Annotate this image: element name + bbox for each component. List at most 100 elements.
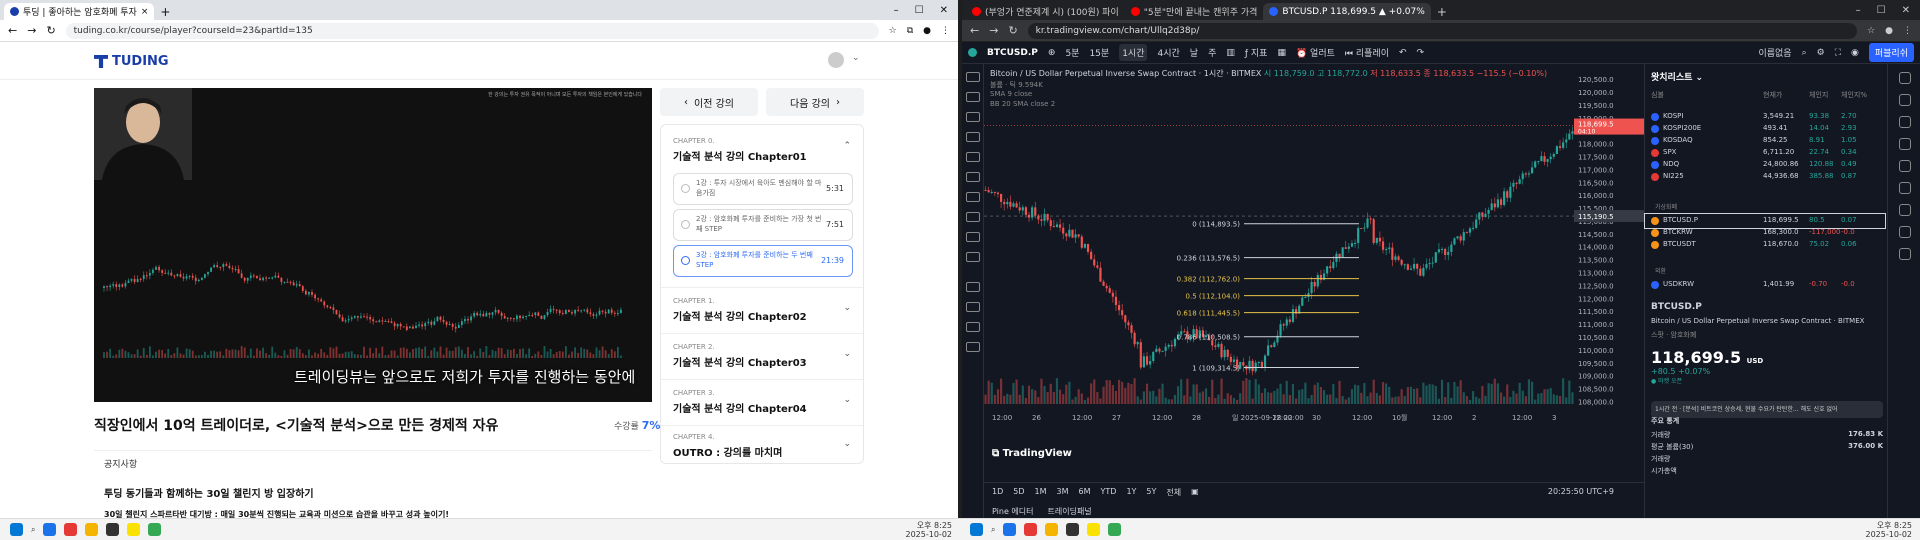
chapter-item[interactable]: CHAPTER 0. 기술적 분석 강의 Chapter01 (673, 137, 807, 163)
browser-tab[interactable]: 투딩 | 좋아하는 암호화폐 투자 × (4, 3, 155, 20)
layout-icon[interactable]: ▦ (1277, 48, 1286, 58)
system-clock[interactable]: 오후 8:25 2025-10-02 (1866, 521, 1920, 539)
range-all[interactable]: 전체 (1166, 487, 1181, 498)
app-icon[interactable] (1066, 523, 1080, 536)
notice-title[interactable]: 투딩 동기들과 함께하는 30일 챌린지 방 입장하기 (104, 485, 314, 500)
prev-lecture-button[interactable]: ‹ 이전 강의 (660, 88, 758, 116)
range-3m[interactable]: 3M (1057, 487, 1069, 498)
ideas-icon[interactable] (1899, 204, 1911, 216)
symbol-search[interactable]: BTCUSD.P (987, 48, 1038, 58)
text-icon[interactable] (966, 192, 980, 202)
chevron-down-icon[interactable]: ⌄ (843, 303, 851, 313)
tab-pine-editor[interactable]: Pine 에디터 (992, 506, 1034, 517)
shape-icon[interactable] (966, 172, 980, 182)
lesson-item[interactable]: 2강 : 암호화폐 투자를 준비하는 가장 첫 번째 STEP 7:51 (673, 209, 853, 241)
col-change[interactable]: 체인지 (1809, 90, 1828, 100)
watchlist-header[interactable]: 왓치리스트 ⌄ (1651, 70, 1703, 83)
lesson-item-active[interactable]: 3강 : 암호화폐 투자를 준비하는 두 번째 STEP 21:39 (673, 245, 853, 277)
col-price[interactable]: 현재가 (1763, 90, 1782, 100)
add-symbol-icon[interactable]: ⊕ (1048, 48, 1056, 58)
chapter-item[interactable]: CHAPTER 1. 기술적 분석 강의 Chapter02 (673, 297, 807, 323)
timezone-clock[interactable]: 20:25:50 UTC+9 (1548, 487, 1614, 496)
chevron-up-icon[interactable]: ⌃ (843, 141, 851, 151)
chevron-down-icon[interactable]: ⌄ (843, 349, 851, 359)
watchlist-icon[interactable] (1899, 72, 1911, 84)
chapter-item[interactable]: CHAPTER 3. 기술적 분석 강의 Chapter04 (673, 389, 807, 415)
measure-icon[interactable] (966, 232, 980, 242)
search-icon[interactable]: ⌕ (1802, 48, 1807, 58)
next-lecture-button[interactable]: 다음 강의 › (766, 88, 864, 116)
col-change-pct[interactable]: 체인지% (1841, 90, 1867, 100)
interval-week[interactable]: 주 (1208, 46, 1216, 59)
watchlist-row[interactable]: USDKRW 1,401.99 -0.70 -0.0 (1645, 278, 1885, 292)
tv-chart-area[interactable]: 120,500.0120,000.0119,500.0119,000.0118,… (984, 64, 1644, 482)
browser-tab[interactable]: (부엉가 연준제계 시) (100원) 파이 (966, 3, 1125, 20)
calendar-icon[interactable]: ▣ (1191, 487, 1199, 498)
lock-icon[interactable] (966, 302, 980, 312)
menu-icon[interactable]: ⋮ (941, 26, 950, 36)
new-tab-button[interactable]: + (154, 3, 176, 20)
interval-15m[interactable]: 15분 (1089, 46, 1109, 59)
forward-icon[interactable]: → (989, 24, 998, 37)
interval-1h[interactable]: 1시간 (1119, 44, 1148, 61)
search-icon[interactable]: ⌕ (991, 525, 995, 535)
lesson-item[interactable]: 1강 : 투자 시장에서 육아도 멘심해야 할 마음가짐 5:31 (673, 173, 853, 205)
close-window-icon[interactable]: ✕ (940, 5, 948, 16)
close-window-icon[interactable]: ✕ (1902, 5, 1910, 16)
trendline-icon[interactable] (966, 92, 980, 102)
watchlist-row[interactable]: BTCUSDT 118,670.0 75.02 0.06 (1645, 238, 1885, 252)
eye-icon[interactable] (966, 322, 980, 332)
range-1d[interactable]: 1D (992, 487, 1003, 498)
bookmark-icon[interactable]: ☆ (889, 26, 897, 36)
maximize-icon[interactable]: ☐ (915, 5, 924, 16)
camera-icon[interactable]: ◉ (1851, 48, 1859, 58)
bookmark-icon[interactable]: ☆ (1867, 26, 1875, 36)
range-5y[interactable]: 5Y (1146, 487, 1156, 498)
back-icon[interactable]: ← (8, 24, 17, 37)
chevron-down-icon[interactable]: ⌄ (852, 53, 860, 63)
profile-icon[interactable]: ● (923, 26, 931, 36)
streams-icon[interactable] (1899, 226, 1911, 238)
replay-button[interactable]: ⏮ 리플레이 (1345, 46, 1389, 59)
forecast-icon[interactable] (966, 152, 980, 162)
fib-icon[interactable] (966, 112, 980, 122)
windows-start-icon[interactable] (10, 523, 23, 536)
alert-button[interactable]: ⏰ 얼러트 (1296, 46, 1335, 59)
range-6m[interactable]: 6M (1079, 487, 1091, 498)
crosshair-icon[interactable] (966, 72, 980, 82)
bb-label[interactable]: BB 20 SMA close 2 (990, 100, 1055, 108)
search-icon[interactable]: ⌕ (31, 525, 35, 535)
avatar[interactable] (828, 52, 844, 68)
url-input[interactable]: kr.tradingview.com/chart/Ullq2d38p/ (1027, 22, 1858, 39)
extension-icon[interactable]: ⧉ (907, 26, 913, 36)
browser-tab[interactable]: "5분"만에 끝내는 캔위주 가격 (1125, 3, 1264, 20)
candlestick-chart[interactable]: 120,500.0120,000.0119,500.0119,000.0118,… (984, 64, 1644, 482)
chat-icon[interactable] (1899, 182, 1911, 194)
volume-label[interactable]: 볼륨 · 틱 9.594K (990, 80, 1043, 90)
news-icon[interactable] (1899, 138, 1911, 150)
group-crypto[interactable]: 가상화폐 (1655, 202, 1677, 211)
youtube-icon[interactable] (64, 523, 78, 536)
close-icon[interactable]: × (141, 7, 149, 17)
range-1y[interactable]: 1Y (1126, 487, 1136, 498)
app-icon[interactable] (106, 523, 120, 536)
calendar-icon[interactable] (1899, 160, 1911, 172)
chapter-item[interactable]: CHAPTER 2. 기술적 분석 강의 Chapter03 (673, 343, 807, 369)
range-ytd[interactable]: YTD (1101, 487, 1117, 498)
reload-icon[interactable]: ↻ (46, 24, 55, 37)
tab-trading-panel[interactable]: 트레이딩패널 (1048, 506, 1092, 517)
back-icon[interactable]: ← (970, 24, 979, 37)
system-clock[interactable]: 오후 8:25 2025-10-02 (906, 521, 961, 539)
zoom-icon[interactable] (966, 252, 980, 262)
edge-icon[interactable] (1003, 523, 1017, 536)
windows-start-icon[interactable] (970, 523, 983, 536)
reload-icon[interactable]: ↻ (1008, 24, 1017, 37)
chevron-down-icon[interactable]: ⌄ (843, 395, 851, 405)
heart-icon[interactable] (966, 212, 980, 222)
candle-type-icon[interactable]: ▥ (1226, 48, 1235, 58)
interval-4h[interactable]: 4시간 (1157, 46, 1179, 59)
folder-icon[interactable] (1045, 523, 1059, 536)
undo-icon[interactable]: ↶ (1399, 48, 1407, 58)
browser-tab[interactable]: BTCUSD.P 118,699.5 ▲ +0.07% (1263, 3, 1431, 20)
tuding-logo[interactable]: TUDING (94, 54, 169, 69)
